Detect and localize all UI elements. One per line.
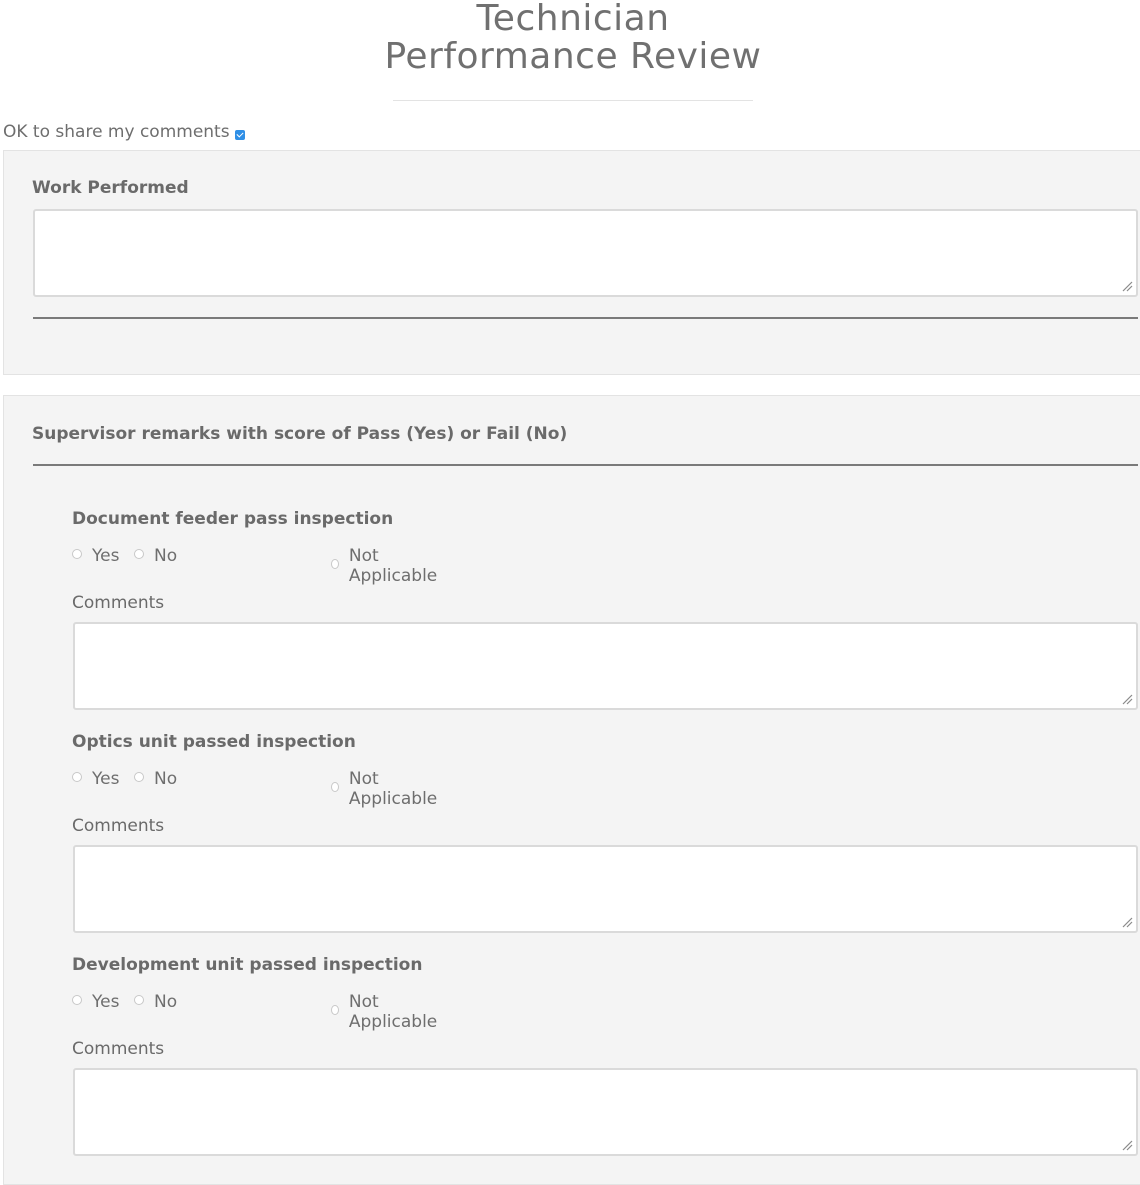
share-comments-row: OK to share my comments [3,121,245,143]
question-label: Document feeder pass inspection [72,509,394,529]
comments-textarea[interactable] [73,1068,1138,1156]
radio-no-label: No [154,546,178,566]
radio-yes-icon[interactable] [72,549,82,559]
radio-no-label: No [154,992,178,1012]
work-performed-label: Work Performed [32,178,189,198]
title-divider [393,100,753,101]
radio-not-applicable[interactable]: Not Applicable [331,992,439,1032]
radio-no[interactable]: No [134,769,177,789]
radio-not-applicable-label: Not Applicable [348,992,438,1032]
supervisor-remarks-panel: Supervisor remarks with score of Pass (Y… [3,395,1140,1185]
radio-yes[interactable]: Yes [72,769,119,789]
radio-yes-label: Yes [92,992,120,1012]
work-performed-panel: Work Performed [3,150,1140,375]
radio-no[interactable]: No [134,992,177,1012]
supervisor-remarks-divider [33,464,1138,466]
share-comments-checkbox[interactable] [234,130,245,140]
work-performed-divider [33,317,1138,319]
comments-label: Comments [72,593,165,613]
radio-yes[interactable]: Yes [72,546,119,566]
share-comments-label: OK to share my comments [3,122,230,142]
radio-not-applicable[interactable]: Not Applicable [331,546,439,586]
radio-yes[interactable]: Yes [72,992,119,1012]
resize-handle-icon[interactable] [1121,1139,1133,1151]
comments-textarea[interactable] [73,622,1138,710]
page-title-line1: Technician [476,0,670,39]
radio-not-applicable-icon[interactable] [331,559,339,569]
resize-handle-icon[interactable] [1121,916,1133,928]
radio-not-applicable-label: Not Applicable [348,769,438,809]
radio-yes-icon[interactable] [72,995,82,1005]
radio-no[interactable]: No [134,546,177,566]
comments-label: Comments [72,816,165,836]
radio-not-applicable-icon[interactable] [331,782,339,792]
radio-yes-label: Yes [92,769,120,789]
radio-yes-icon[interactable] [72,772,82,782]
supervisor-remarks-heading: Supervisor remarks with score of Pass (Y… [32,424,568,444]
comments-textarea[interactable] [73,845,1138,933]
radio-no-label: No [154,769,178,789]
resize-handle-icon[interactable] [1121,693,1133,705]
question-label: Optics unit passed inspection [72,732,356,752]
radio-not-applicable-label: Not Applicable [348,546,438,586]
radio-not-applicable[interactable]: Not Applicable [331,769,439,809]
comments-label: Comments [72,1039,165,1059]
page-title: y Technician Performance Review [0,0,1140,76]
radio-yes-label: Yes [92,546,120,566]
radio-no-icon[interactable] [134,772,144,782]
radio-not-applicable-icon[interactable] [331,1005,339,1015]
question-label: Development unit passed inspection [72,955,423,975]
radio-no-icon[interactable] [134,549,144,559]
resize-handle-icon[interactable] [1121,280,1133,292]
work-performed-textarea[interactable] [33,209,1138,297]
radio-no-icon[interactable] [134,995,144,1005]
page-title-line2: Performance Review [384,36,762,77]
